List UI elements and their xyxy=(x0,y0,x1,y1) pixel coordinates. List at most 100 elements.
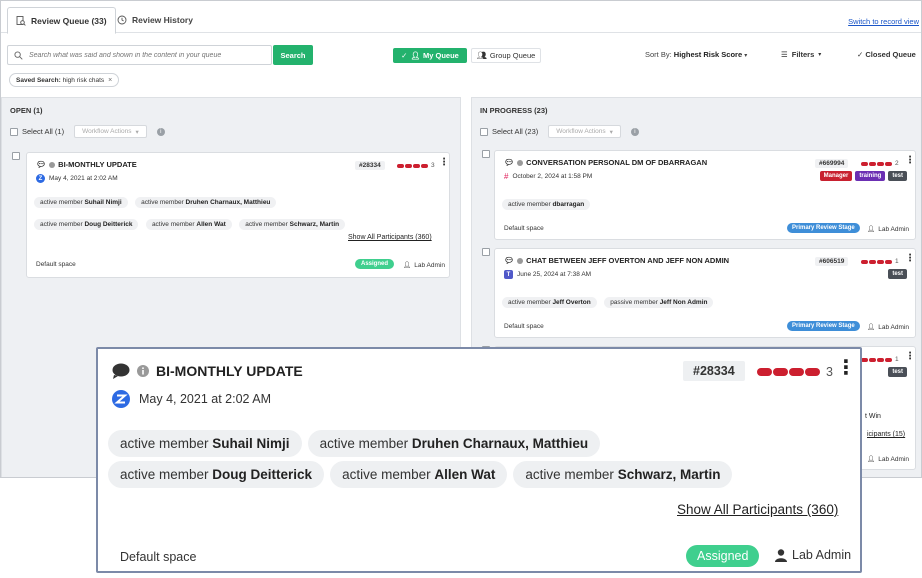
more-options-icon[interactable]: ⋮ xyxy=(905,155,915,166)
participant-chip: active member Allen Wat xyxy=(145,219,232,230)
card-date: June 25, 2024 at 7:38 AM xyxy=(517,271,592,278)
info-icon[interactable]: i xyxy=(630,127,639,136)
card-checkbox[interactable] xyxy=(482,150,490,158)
participant-name: Druhen Charnaux, Matthieu xyxy=(411,436,589,451)
sort-dropdown[interactable]: Sort By: Highest Risk Score ▾ xyxy=(645,50,747,59)
participant-name: Doug Deitterick xyxy=(212,467,313,482)
workflow-actions-dropdown[interactable]: Workflow Actions ▾ xyxy=(548,125,621,138)
user-icon: 👤︎ xyxy=(867,456,876,463)
card-owner: 👤︎ Lab Admin xyxy=(867,455,909,464)
tab-review-history[interactable]: Review History xyxy=(109,7,201,33)
participant-role: active member xyxy=(40,199,83,206)
open-select-all[interactable]: Select All (1) Workflow Actions ▾ i xyxy=(10,125,165,138)
card-tags: test xyxy=(888,269,907,279)
chevron-down-icon: ▾ xyxy=(609,128,613,136)
card-title-partial: t Win xyxy=(865,413,881,420)
participant-name: Suhail Nimji xyxy=(84,199,122,206)
select-all-checkbox[interactable] xyxy=(480,127,488,136)
risk-score: 2 xyxy=(861,160,899,167)
tag-manager: Manager xyxy=(819,171,853,181)
participant-chip: passive member Jeff Non Admin xyxy=(604,297,714,308)
card-title: BI-MONTHLY UPDATE xyxy=(156,363,303,379)
my-queue-button[interactable]: ✓ 👤︎ My Queue xyxy=(393,48,467,63)
close-icon[interactable]: × xyxy=(108,77,112,84)
participant-role: active member xyxy=(40,221,83,228)
show-all-participants-link[interactable]: icipants (15) xyxy=(867,431,905,438)
card-owner: 👤︎ Lab Admin xyxy=(867,225,909,234)
queue-card[interactable]: 💬︎ BI-MONTHLY UPDATE Z May 4, 2021 at 2:… xyxy=(26,152,450,278)
participant-chip: active member Schwarz, Martin xyxy=(239,219,346,230)
zoom-app-icon xyxy=(112,390,130,408)
risk-score: 1 xyxy=(861,258,899,265)
participant-role: active member xyxy=(120,436,209,451)
card-title: CONVERSATION PERSONAL DM OF DBARRAGAN xyxy=(526,158,708,167)
info-icon xyxy=(517,257,524,264)
check-icon: ✓ xyxy=(857,50,864,59)
slack-icon: # xyxy=(504,172,509,181)
select-all-checkbox[interactable] xyxy=(10,127,18,136)
participants-row-2: active member Doug Deitterick active mem… xyxy=(108,461,733,488)
participant-role: active member xyxy=(508,201,551,208)
card-checkbox[interactable] xyxy=(482,248,490,256)
card-owner-name: Lab Admin xyxy=(792,548,852,562)
more-options-icon[interactable]: ⋮ xyxy=(836,358,856,378)
card-date: May 4, 2021 at 2:02 AM xyxy=(139,392,272,406)
filter-icon: ☰ xyxy=(781,50,788,59)
info-icon[interactable]: i xyxy=(156,127,165,136)
participant-name: Suhail Nimji xyxy=(212,436,290,451)
participant-chip: active member dbarragan xyxy=(502,199,591,210)
risk-bar xyxy=(861,161,892,166)
card-tags: Manager training test xyxy=(819,171,907,181)
card-space: Default space xyxy=(120,550,197,564)
switch-record-view-link[interactable]: Switch to record view xyxy=(848,17,919,26)
workflow-actions-dropdown[interactable]: Workflow Actions ▾ xyxy=(74,125,147,138)
card-checkbox[interactable] xyxy=(12,152,20,160)
chat-bubble-icon: 💬︎ xyxy=(504,158,515,167)
search-button[interactable]: Search xyxy=(273,45,313,65)
more-options-icon[interactable]: ⋮ xyxy=(439,157,449,168)
queue-card[interactable]: 💬︎ CONVERSATION PERSONAL DM OF DBARRAGAN… xyxy=(494,150,916,240)
saved-search-chip[interactable]: Saved Search: high risk chats × xyxy=(9,73,120,87)
card-title: BI-MONTHLY UPDATE xyxy=(58,160,137,169)
card-date: October 2, 2024 at 1:58 PM xyxy=(512,173,593,180)
card-owner: 👤︎ Lab Admin xyxy=(403,261,445,270)
zoom-app-icon: Z xyxy=(36,174,45,183)
chevron-down-icon: ▾ xyxy=(135,128,139,136)
search-toolbar: Search ✓ 👤︎ My Queue 👥︎ Group Queue Sort… xyxy=(1,43,921,67)
search-input[interactable] xyxy=(29,51,259,59)
risk-score: 3 xyxy=(397,162,435,169)
search-field[interactable] xyxy=(7,45,272,65)
participant-role: active member xyxy=(342,467,431,482)
participant-role: active member xyxy=(525,467,614,482)
info-icon xyxy=(517,159,524,166)
zoomed-queue-card[interactable]: BI-MONTHLY UPDATE May 4, 2021 at 2:02 AM… xyxy=(96,347,862,573)
card-title-row: 💬︎ CHAT BETWEEN JEFF OVERTON AND JEFF NO… xyxy=(504,256,729,265)
closed-queue-button[interactable]: ✓ Closed Queue xyxy=(857,50,916,59)
search-icon xyxy=(14,50,23,60)
progress-select-all[interactable]: Select All (23) Workflow Actions ▾ i xyxy=(480,125,639,138)
open-column-title: OPEN (1) xyxy=(10,106,43,115)
participant-chip: active member Doug Deitterick xyxy=(108,461,325,488)
card-date-row: # October 2, 2024 at 1:58 PM xyxy=(504,172,592,181)
filters-label: Filters xyxy=(791,50,815,59)
tag-test: test xyxy=(888,171,907,181)
tab-bar: Review Queue (33) Review History Switch … xyxy=(1,1,921,34)
more-options-icon[interactable]: ⋮ xyxy=(905,253,915,264)
card-tags: test xyxy=(888,367,907,377)
history-icon xyxy=(117,15,127,25)
participant-chip: active member Druhen Charnaux, Matthieu xyxy=(307,430,601,457)
in-progress-column-title: IN PROGRESS (23) xyxy=(480,106,548,115)
queue-card[interactable]: 💬︎ CHAT BETWEEN JEFF OVERTON AND JEFF NO… xyxy=(494,248,916,338)
filters-dropdown[interactable]: ☰ Filters ▾ xyxy=(781,50,821,59)
participant-name: Doug Deitterick xyxy=(84,221,133,228)
group-icon: 👥︎ xyxy=(476,51,487,60)
tab-review-history-label: Review History xyxy=(132,15,193,25)
tab-review-queue[interactable]: Review Queue (33) xyxy=(7,7,116,34)
more-options-icon[interactable]: ⋮ xyxy=(905,351,915,362)
participant-chip: active member Suhail Nimji xyxy=(108,430,302,457)
participant-role: passive member xyxy=(610,299,658,306)
card-owner-name: Lab Admin xyxy=(878,323,909,331)
show-all-participants-link[interactable]: Show All Participants (360) xyxy=(348,234,432,241)
group-queue-button[interactable]: 👥︎ Group Queue xyxy=(471,48,541,63)
show-all-participants-link[interactable]: Show All Participants (360) xyxy=(677,502,838,517)
